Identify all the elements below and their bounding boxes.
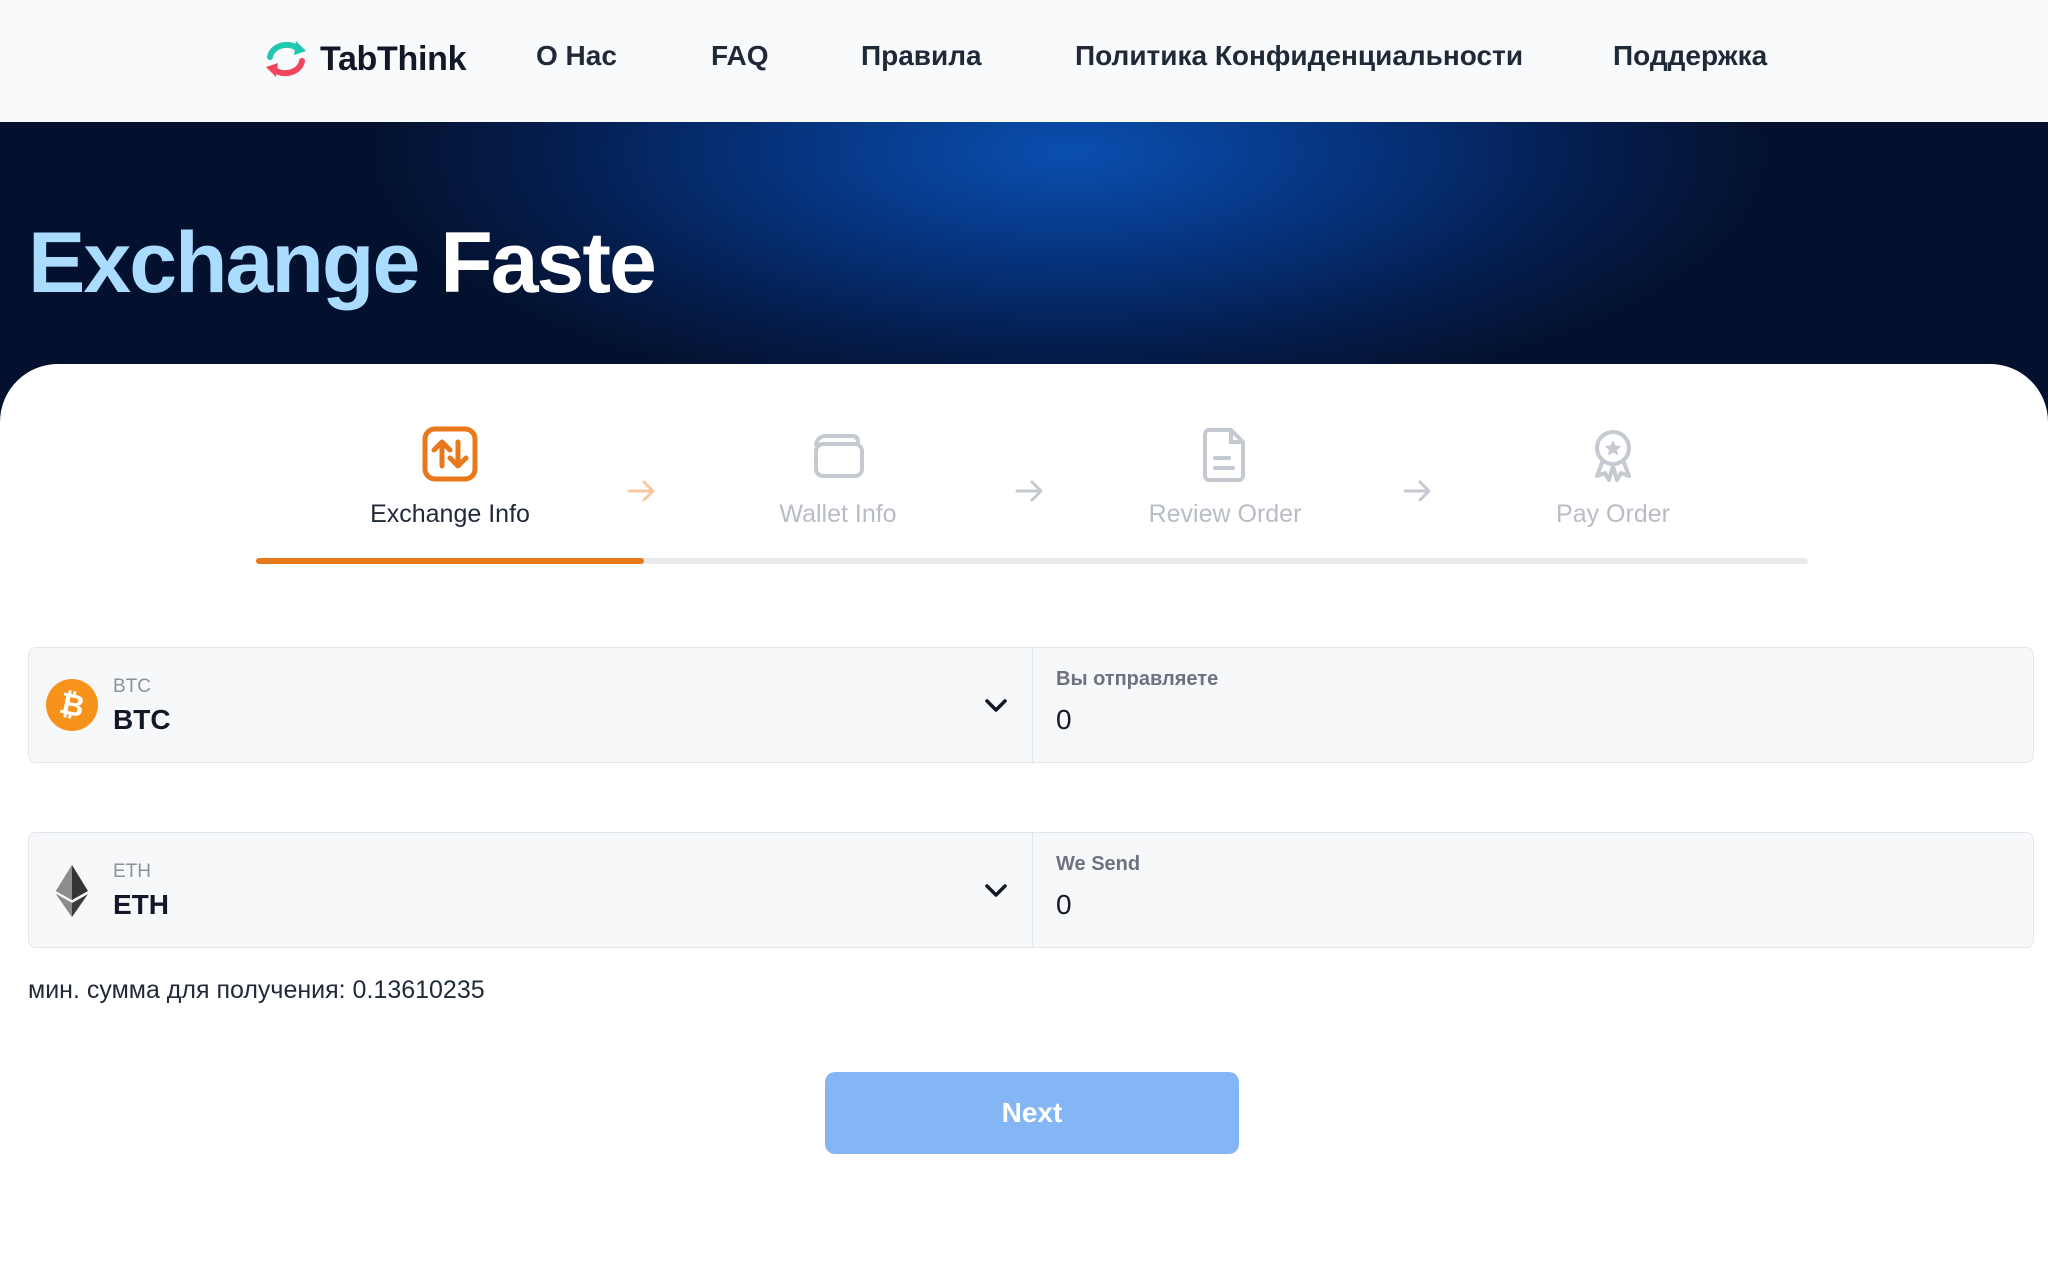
send-row: ₿ BTC BTC Вы отправляете — [28, 647, 2034, 763]
send-currency-select[interactable]: ₿ BTC BTC — [29, 648, 1033, 762]
hero-title-part1: Exchange — [28, 215, 420, 311]
step-label: Review Order — [1148, 500, 1302, 528]
send-amount-label: Вы отправляете — [1056, 668, 1219, 690]
brand-logo[interactable]: TabThink — [262, 34, 466, 84]
progress-fill — [256, 558, 644, 564]
send-currency-code: BTC — [113, 676, 151, 697]
receive-currency-name: ETH — [113, 889, 169, 920]
send-currency-name: BTC — [113, 704, 171, 735]
wallet-icon — [814, 434, 864, 478]
exchange-arrows-icon — [422, 426, 478, 482]
next-button[interactable]: Next — [825, 1072, 1239, 1154]
nav-rules[interactable]: Правила — [861, 40, 982, 72]
step-label: Pay Order — [1556, 500, 1670, 528]
hero-title: Exchange Faste — [28, 214, 657, 313]
logo-icon — [266, 41, 306, 77]
chevron-down-icon — [985, 884, 1007, 897]
nav-about[interactable]: О Нас — [536, 40, 617, 72]
chevron-down-icon — [985, 699, 1007, 712]
step-label: Exchange Info — [370, 500, 530, 528]
send-amount-input[interactable] — [1056, 698, 1996, 742]
progress-track — [256, 558, 1808, 564]
step-pay-order[interactable]: Pay Order — [1419, 424, 1807, 529]
step-wallet-info[interactable]: Wallet Info — [644, 424, 1032, 529]
ethereum-icon — [56, 865, 88, 917]
step-label: Wallet Info — [779, 500, 897, 528]
step-review-order[interactable]: Review Order — [1031, 424, 1419, 529]
receive-amount-input[interactable] — [1056, 883, 1996, 927]
document-icon — [1203, 428, 1245, 482]
bitcoin-icon: ₿ — [46, 679, 98, 731]
min-amount-note: мин. сумма для получения: 0.13610235 — [28, 976, 485, 1004]
receive-currency-select[interactable]: ETH ETH — [29, 833, 1033, 947]
hero-title-part2: Faste — [440, 215, 657, 311]
top-header: TabThink О Нас FAQ Правила Политика Конф… — [0, 0, 2048, 122]
nav-support[interactable]: Поддержка — [1613, 40, 1767, 72]
receive-amount-label: We Send — [1056, 853, 1141, 875]
nav-faq[interactable]: FAQ — [711, 40, 769, 72]
step-exchange-info[interactable]: Exchange Info — [256, 424, 644, 529]
receive-currency-code: ETH — [113, 861, 151, 882]
nav-privacy-policy[interactable]: Политика Конфиденциальности — [1075, 40, 1523, 72]
exchange-card: Exchange Info Wallet Info Review Order P… — [0, 364, 2048, 1264]
award-badge-icon — [1595, 430, 1631, 482]
receive-row: ETH ETH We Send — [28, 832, 2034, 948]
brand-name: TabThink — [320, 39, 467, 78]
